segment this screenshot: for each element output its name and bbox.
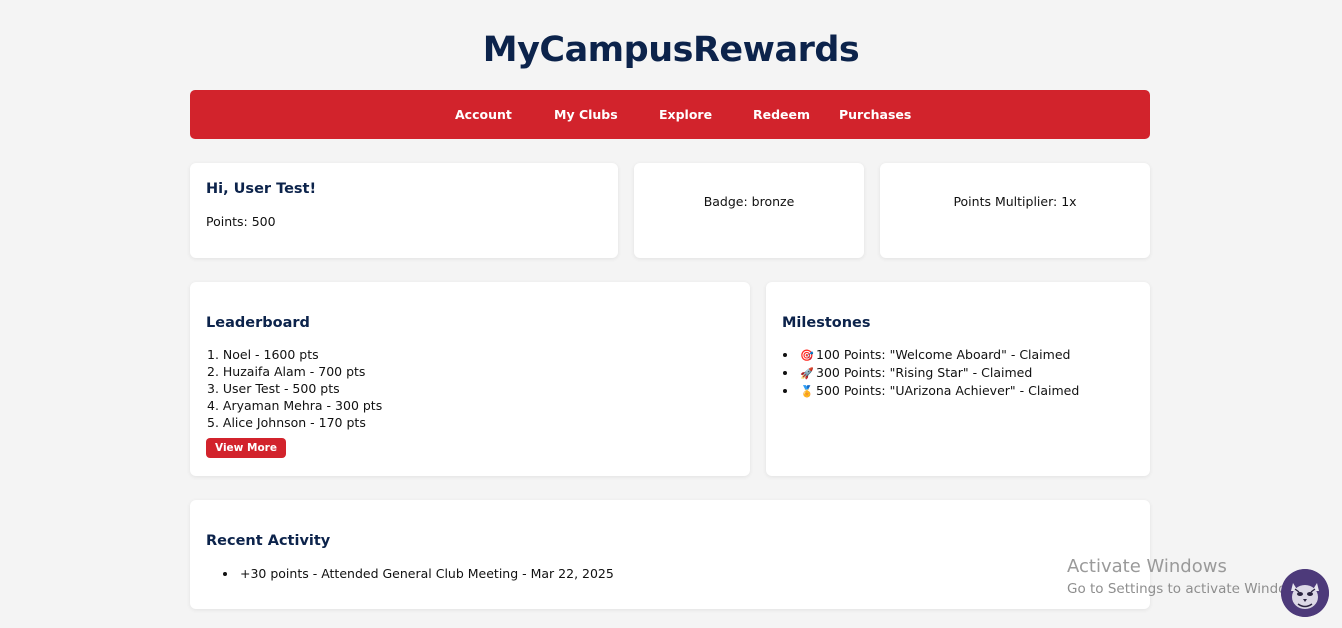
rocket-icon: 🚀 [800, 367, 814, 380]
app-title: MyCampusRewards [482, 30, 860, 70]
mascot-graphic [1281, 569, 1329, 617]
medal-icon: 🏅 [800, 385, 814, 398]
leaderboard-entry: 4. Aryaman Mehra - 300 pts [207, 398, 383, 413]
activity-list: +30 points - Attended General Club Meeti… [207, 565, 614, 582]
recent-activity-card: Recent Activity +30 points - Attended Ge… [190, 500, 1150, 609]
greeting-card: Hi, User Test! Points: 500 [190, 163, 618, 258]
recent-activity-title: Recent Activity [206, 533, 331, 549]
leaderboard-list: 1. Noel - 1600 pts 2. Huzaifa Alam - 700… [207, 346, 382, 431]
milestone-item: 🚀300 Points: "Rising Star" - Claimed [798, 364, 1079, 382]
milestone-text: 500 Points: "UArizona Achiever" - Claime… [816, 383, 1080, 398]
leaderboard-entry: 3. User Test - 500 pts [207, 381, 340, 396]
milestone-text: 100 Points: "Welcome Aboard" - Claimed [816, 347, 1071, 362]
activate-windows-watermark: Activate Windows Go to Settings to activ… [1067, 556, 1309, 597]
leaderboard-entry: 2. Huzaifa Alam - 700 pts [207, 364, 366, 379]
greeting-title: Hi, User Test! [206, 181, 317, 197]
nav-redeem[interactable]: Redeem [753, 107, 810, 122]
nav-purchases[interactable]: Purchases [839, 107, 911, 122]
milestone-text: 300 Points: "Rising Star" - Claimed [816, 365, 1033, 380]
milestones-list: 🎯100 Points: "Welcome Aboard" - Claimed … [783, 346, 1079, 400]
leaderboard-entry: 5. Alice Johnson - 170 pts [207, 415, 366, 430]
milestone-item: 🏅500 Points: "UArizona Achiever" - Claim… [798, 382, 1079, 400]
watermark-line1: Activate Windows [1067, 556, 1227, 577]
points-text: Points: 500 [206, 214, 276, 229]
view-more-button[interactable]: View More [206, 438, 286, 458]
milestones-card: Milestones 🎯100 Points: "Welcome Aboard"… [766, 282, 1150, 476]
nav-account[interactable]: Account [455, 107, 512, 122]
leaderboard-title: Leaderboard [206, 315, 310, 331]
target-icon: 🎯 [800, 349, 814, 362]
nav-explore[interactable]: Explore [659, 107, 712, 122]
leaderboard-entry: 1. Noel - 1600 pts [207, 347, 319, 362]
milestone-item: 🎯100 Points: "Welcome Aboard" - Claimed [798, 346, 1079, 364]
badge-text: Badge: bronze [703, 194, 795, 209]
nav-my-clubs[interactable]: My Clubs [554, 107, 618, 122]
leaderboard-card: Leaderboard 1. Noel - 1600 pts 2. Huzaif… [190, 282, 750, 476]
wildcat-mascot-icon[interactable] [1281, 569, 1329, 617]
multiplier-text: Points Multiplier: 1x [953, 194, 1077, 209]
main-navbar: Account My Clubs Explore Redeem Purchase… [190, 90, 1150, 139]
watermark-line2: Go to Settings to activate Windows. [1067, 581, 1309, 597]
badge-card: Badge: bronze [634, 163, 864, 258]
activity-item: +30 points - Attended General Club Meeti… [238, 565, 614, 582]
multiplier-card: Points Multiplier: 1x [880, 163, 1150, 258]
milestones-title: Milestones [782, 315, 871, 331]
